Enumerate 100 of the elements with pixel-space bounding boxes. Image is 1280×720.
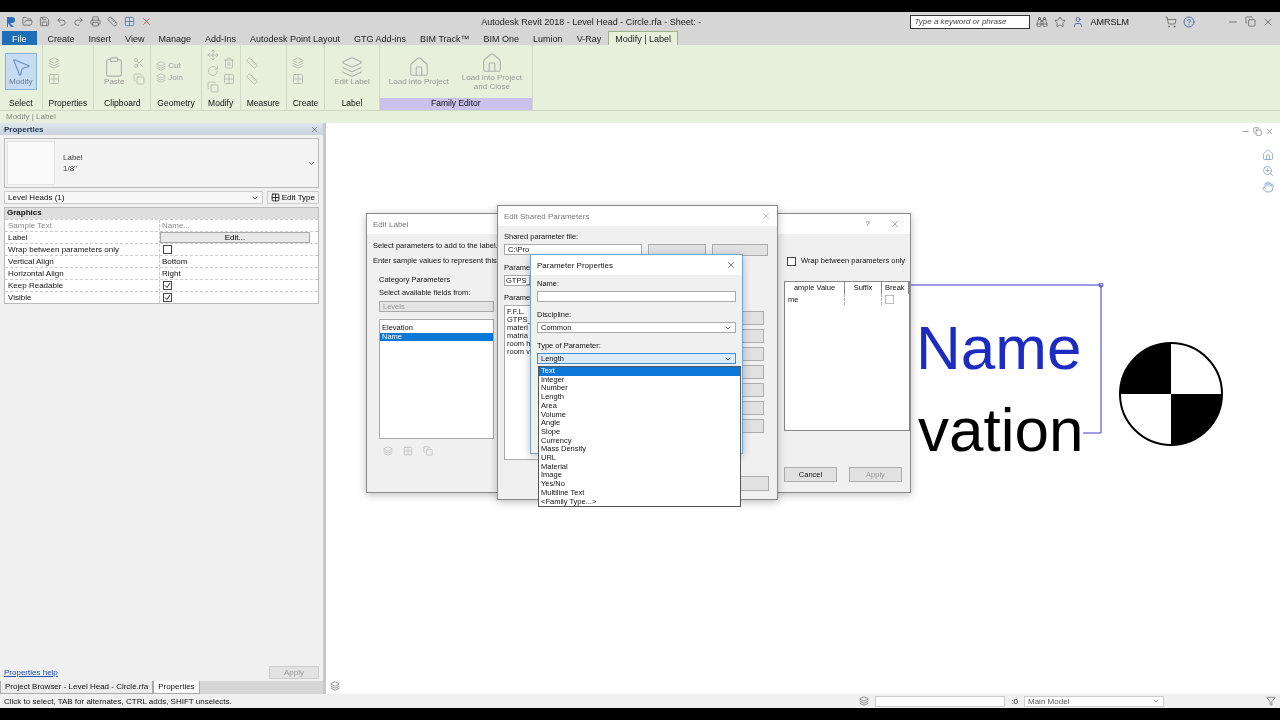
ribbon-tab[interactable]: BIM One	[476, 31, 527, 45]
ribbon-tab[interactable]: Insert	[81, 31, 119, 45]
selection-count: :0	[1011, 696, 1018, 706]
help-icon[interactable]	[1183, 15, 1195, 28]
ribbon-tab[interactable]: Manage	[151, 31, 198, 45]
panel-title: Create	[291, 98, 320, 110]
type-selector[interactable]: Label 1/8"	[4, 138, 319, 188]
close-icon[interactable]	[890, 219, 900, 229]
ribbon-tab[interactable]: View	[118, 31, 152, 45]
instance-filter[interactable]: Level Heads (1)	[4, 191, 263, 204]
ribbon-tab[interactable]: Lumion	[526, 31, 570, 45]
palette-tab[interactable]: Properties	[153, 681, 200, 694]
measure-icon[interactable]	[245, 56, 258, 69]
help-link[interactable]: Properties help	[4, 668, 58, 677]
ribbon-tab[interactable]: Modify | Label	[608, 31, 678, 45]
palette-tab[interactable]: Project Browser - Level Head - Circle.rfa	[0, 681, 154, 694]
binoculars-icon[interactable]	[1036, 15, 1049, 28]
dialog-title: Edit Shared Parameters	[504, 211, 590, 221]
name-field[interactable]	[537, 291, 736, 302]
property-value[interactable]: Bottom	[160, 256, 310, 267]
view-cube-icon[interactable]	[1262, 149, 1274, 161]
ribbon-tab[interactable]: V-Ray	[569, 31, 609, 45]
panel-title: Geometry	[156, 98, 196, 110]
property-value[interactable]: Right	[160, 268, 310, 279]
create-button[interactable]	[712, 244, 768, 256]
window-title: Autodesk Revit 2018 - Level Head - Circle.rfa - Sheet: -	[480, 16, 703, 27]
options-bar-text: Modify | Label	[6, 112, 56, 121]
zoom-icon[interactable]	[1262, 165, 1274, 177]
property-name: Sample Text	[5, 220, 160, 231]
close-icon[interactable]	[761, 211, 771, 221]
ribbon-tab[interactable]: Create	[40, 31, 82, 45]
help-button[interactable]: ?	[865, 219, 870, 229]
view-control-icon[interactable]	[330, 681, 340, 691]
property-checkbox[interactable]	[163, 281, 172, 290]
move-icon[interactable]	[206, 48, 219, 61]
panel-title: Clipboard	[103, 98, 142, 110]
rotate-icon[interactable]	[206, 64, 219, 77]
ribbon-tab[interactable]: Add-Ins	[197, 31, 243, 45]
user-name[interactable]: AMRSLM	[1090, 16, 1129, 27]
cart-icon[interactable]	[1165, 15, 1177, 28]
star-icon[interactable]	[1054, 15, 1067, 28]
scissors-icon[interactable]	[133, 56, 146, 69]
break-checkbox[interactable]	[885, 295, 894, 304]
edit-button[interactable]: Edit...	[160, 232, 310, 243]
label-text[interactable]: Name	[916, 313, 1082, 383]
copy-parameter-icon[interactable]	[423, 446, 433, 456]
file-menu[interactable]: File	[2, 31, 37, 45]
group-header: Graphics	[7, 208, 42, 219]
status-text: Click to select, TAB for alternates, CTRL adds, SHIFT unselects.	[4, 696, 233, 706]
panel-title: Measure	[245, 98, 281, 110]
property-name: Vertical Align	[5, 256, 160, 267]
filter-icon[interactable]	[1266, 696, 1276, 706]
property-name: Wrap between parameters only	[5, 244, 160, 257]
copy-icon[interactable]	[133, 72, 146, 85]
restore-icon[interactable]	[1245, 16, 1256, 27]
redo-icon[interactable]	[73, 16, 84, 27]
search-field[interactable]: Type a keyword or phrase	[910, 14, 1031, 29]
close-icon[interactable]	[310, 124, 319, 134]
array-icon[interactable]	[222, 72, 235, 85]
edit-type-button[interactable]: Edit Type	[266, 191, 319, 204]
delete-icon[interactable]	[222, 56, 235, 69]
user-icon[interactable]	[1072, 15, 1085, 28]
panel-title: Properties	[47, 98, 89, 110]
restore-view-icon[interactable]	[1253, 127, 1262, 136]
worksets-icon[interactable]	[859, 696, 870, 706]
property-checkbox[interactable]	[163, 293, 172, 302]
property-name: Horizontal Align	[5, 268, 160, 279]
property-checkbox[interactable]	[163, 245, 172, 254]
measure-icon[interactable]	[107, 16, 118, 27]
grid-icon	[270, 193, 280, 202]
save-icon[interactable]	[39, 16, 50, 27]
panel-title: Modify	[207, 98, 235, 110]
folder-icon[interactable]	[22, 16, 33, 27]
workset-field[interactable]	[875, 695, 1006, 707]
app-logo-icon[interactable]	[6, 15, 16, 28]
panel-title: Label	[340, 98, 364, 110]
close-icon[interactable]	[726, 260, 736, 270]
label-text[interactable]: vation	[918, 395, 1084, 465]
wrap-checkbox[interactable]	[787, 257, 796, 266]
dialog-title: Parameter Properties	[537, 260, 614, 270]
ribbon-tab[interactable]: Autodesk Point Layout	[242, 31, 348, 45]
print-icon[interactable]	[90, 16, 101, 27]
dimension-icon[interactable]	[245, 72, 258, 85]
close-hidden-icon[interactable]	[141, 16, 152, 27]
ribbon-tab[interactable]: BIM Track™	[413, 31, 477, 45]
pan-icon[interactable]	[1262, 181, 1274, 193]
panel-title: Select	[7, 98, 34, 110]
copy-icon[interactable]	[206, 80, 219, 93]
palette-title: Properties	[4, 124, 44, 134]
panel-title: Family Editor	[379, 98, 532, 110]
edit-parameter-icon[interactable]	[403, 446, 413, 456]
type-name: Label	[63, 153, 84, 162]
dialog-title: Edit Label	[373, 219, 409, 229]
property-name: Keep Readable	[5, 280, 160, 291]
model-select[interactable]: Main Model	[1024, 695, 1164, 707]
ribbon-tab[interactable]: GTG Add-ins	[347, 31, 414, 45]
close-view-icon[interactable]	[1265, 127, 1274, 136]
properties-icon[interactable]	[47, 56, 60, 69]
undo-icon[interactable]	[56, 16, 67, 27]
new-parameter-icon[interactable]	[383, 446, 393, 456]
